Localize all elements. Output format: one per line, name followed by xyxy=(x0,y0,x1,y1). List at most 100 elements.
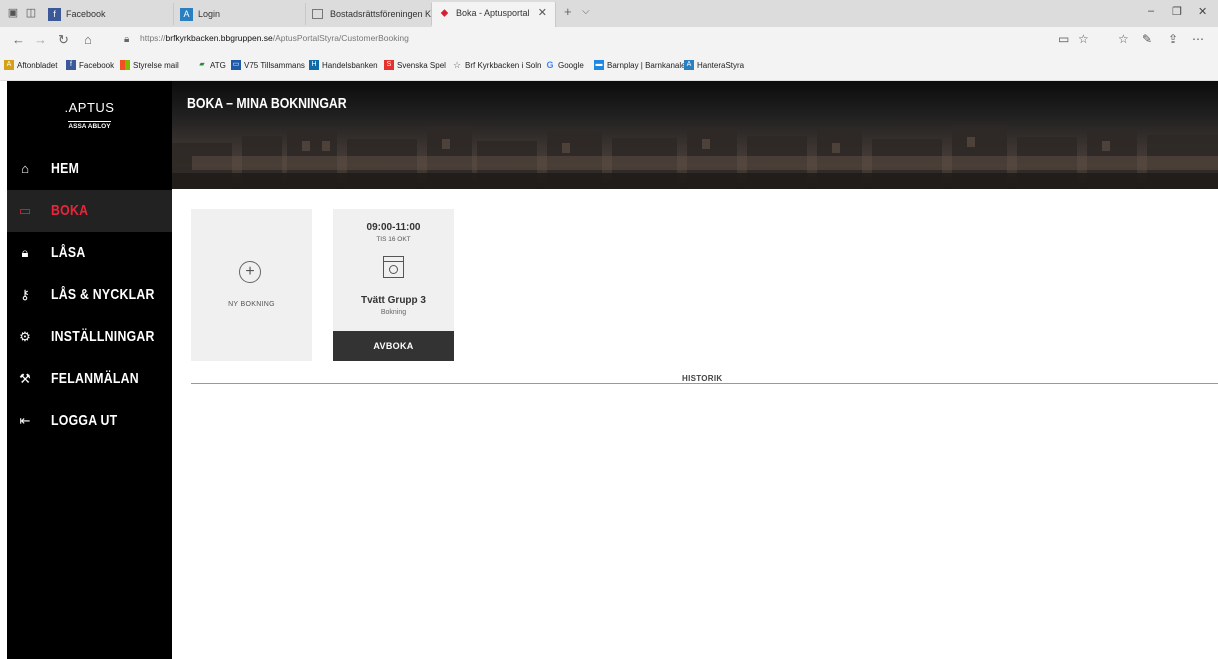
favorite-v75[interactable]: ▭ V75 Tillsammans xyxy=(231,60,305,70)
sidebar-item-label: HEM xyxy=(51,160,80,177)
aptus-pin-icon: ⬥ xyxy=(440,7,449,19)
favorite-label: Brf Kyrkbacken i Soln xyxy=(465,61,542,70)
favorite-aftonbladet[interactable]: A Aftonbladet xyxy=(4,60,57,70)
close-tab-icon[interactable]: ✕ xyxy=(538,2,547,24)
logo-name: .APTUS xyxy=(64,100,115,115)
sidebar-item-las-nycklar[interactable]: ⚷ LÅS & NYCKLAR xyxy=(7,274,172,316)
sidebar-item-label: FELANMÄLAN xyxy=(51,370,139,387)
chevron-down-icon[interactable]: ⌵ xyxy=(582,6,590,17)
cancel-booking-button[interactable]: AVBOKA xyxy=(333,331,454,361)
refresh-icon[interactable]: ↻ xyxy=(58,32,69,48)
favorite-hanterastyra[interactable]: A HanteraStyra xyxy=(684,60,745,70)
new-tab-icon[interactable]: + xyxy=(564,4,572,19)
logo-sub: ASSA ABLOY xyxy=(68,121,111,130)
tab-label: Boka - Aptusportal xyxy=(456,8,530,18)
favorite-handelsbanken[interactable]: H Handelsbanken xyxy=(309,60,378,70)
tab-label: Facebook xyxy=(66,9,106,19)
atg-icon: ▰ xyxy=(199,61,205,68)
sidebar-item-installningar[interactable]: ⚙ INSTÄLLNINGAR xyxy=(7,316,172,358)
favorite-svenska-spel[interactable]: S Svenska Spel xyxy=(384,60,446,70)
favorites-bar: A Aftonbladet f Facebook Styrelse mail ▰ AT… xyxy=(0,53,1218,81)
favorite-label: Facebook xyxy=(79,61,115,70)
gear-icon: ⚙ xyxy=(19,329,31,344)
aptus-logo[interactable]: .APTUS ASSA ABLOY xyxy=(7,100,172,133)
sidebar-item-logga-ut[interactable]: ⇤ LOGGA UT xyxy=(7,400,172,442)
forward-icon[interactable]: → xyxy=(34,32,47,47)
booking-type: Bokning xyxy=(380,309,407,316)
booking-date: TIS 16 OKT xyxy=(376,236,411,243)
favorite-label: Svenska Spel xyxy=(397,61,446,70)
favorite-label: Google xyxy=(558,61,584,70)
url-path: /AptusPortalStyra/CustomerBooking xyxy=(272,33,409,43)
sidebar-item-label: INSTÄLLNINGAR xyxy=(51,328,155,345)
restore-icon[interactable]: ❐ xyxy=(1172,5,1182,18)
tools-icon: ⚒ xyxy=(19,371,31,386)
browser-tab-facebook[interactable]: f Facebook xyxy=(42,3,174,25)
facebook-icon: f xyxy=(66,60,76,70)
google-icon: G xyxy=(546,60,554,70)
facebook-icon: f xyxy=(48,8,61,21)
svenska-spel-icon: S xyxy=(384,60,394,70)
favorite-label: Handelsbanken xyxy=(322,61,378,70)
lock-url-icon: 🔒︎ xyxy=(124,34,130,45)
booking-name: Tvätt Grupp 3 xyxy=(360,295,426,306)
barnplay-icon: ▬ xyxy=(594,60,604,70)
tab-label: Login xyxy=(198,9,221,19)
favorite-brf-kyrkbacken[interactable]: ☆ Brf Kyrkbacken i Soln xyxy=(452,60,542,70)
favorite-facebook[interactable]: f Facebook xyxy=(66,60,115,70)
favorite-styrelse-mail[interactable]: Styrelse mail xyxy=(120,60,179,70)
more-icon[interactable]: ⋯ xyxy=(1192,32,1204,46)
tab-actions-icon[interactable]: ▣ xyxy=(6,6,20,20)
header-banner: BOKA – MINA BOKNINGAR xyxy=(172,81,1218,189)
browser-tab-boka[interactable]: ⬥ Boka - Aptusportal ✕ xyxy=(432,2,556,27)
window-close-icon[interactable]: ✕ xyxy=(1198,5,1207,18)
tab-label: Bostadsrättsföreningen Kyri xyxy=(330,9,432,19)
lock-icon: 🔒︎ xyxy=(21,245,29,260)
browser-tab-login[interactable]: A Login xyxy=(174,3,306,25)
sidebar-item-label: LÅSA xyxy=(51,244,86,261)
browser-tab-bostadsratt[interactable]: Bostadsrättsföreningen Kyri xyxy=(306,3,432,25)
url-host: brfkyrkbacken.bbgruppen.se xyxy=(165,33,273,43)
booking-time: 09:00-11:00 xyxy=(366,221,421,234)
keys-icon: ⚷ xyxy=(20,287,30,302)
logout-icon: ⇤ xyxy=(19,413,31,428)
aptus-icon: A xyxy=(180,8,193,21)
plus-circle-icon: + xyxy=(239,261,261,283)
favorite-google[interactable]: G Google xyxy=(545,60,584,70)
favorite-atg[interactable]: ▰ ATG xyxy=(197,61,226,70)
history-heading[interactable]: HISTORIK xyxy=(679,374,726,383)
booking-card: 09:00-11:00 TIS 16 OKT Tvätt Grupp 3 Bok… xyxy=(333,209,454,361)
favorite-label: Styrelse mail xyxy=(133,61,179,70)
washing-machine-icon xyxy=(383,256,404,278)
reading-view-icon[interactable]: ▭ xyxy=(1058,32,1069,46)
sidebar-item-hem[interactable]: ⌂ HEM xyxy=(7,148,172,190)
tab-preview-icon[interactable]: ◫ xyxy=(24,6,38,20)
address-bar-row: ← → ↻ ⌂ 🔒︎ https://brfkyrkbacken.bbgrupp… xyxy=(0,27,1218,53)
aftonbladet-icon: A xyxy=(4,60,14,70)
v75-icon: ▭ xyxy=(231,60,241,70)
home-browser-icon[interactable]: ⌂ xyxy=(84,32,92,47)
aptus-icon: A xyxy=(684,60,694,70)
favorite-barnplay[interactable]: ▬ Barnplay | Barnkanale xyxy=(594,60,686,70)
home-icon: ⌂ xyxy=(21,161,29,176)
favorite-label: HanteraStyra xyxy=(697,61,745,70)
url-field[interactable]: https://brfkyrkbacken.bbgruppen.se/Aptus… xyxy=(140,33,409,43)
sidebar-item-lasa[interactable]: 🔒︎ LÅSA xyxy=(7,232,172,274)
notes-pen-icon[interactable]: ✎ xyxy=(1142,32,1152,46)
sidebar-item-boka[interactable]: ▭ BOKA xyxy=(7,190,172,232)
sidebar: .APTUS ASSA ABLOY ⌂ HEM ▭ BOKA 🔒︎ LÅSA ⚷… xyxy=(7,81,172,659)
office-icon xyxy=(120,60,130,70)
star-outline-icon: ☆ xyxy=(452,60,462,70)
url-scheme: https:// xyxy=(140,33,166,43)
minimize-icon[interactable]: – xyxy=(1148,5,1154,17)
share-icon[interactable]: ⇪ xyxy=(1168,32,1178,46)
new-booking-card[interactable]: + NY BOKNING xyxy=(191,209,312,361)
sidebar-item-felanmalan[interactable]: ⚒ FELANMÄLAN xyxy=(7,358,172,400)
favorite-label: ATG xyxy=(210,61,226,70)
favorites-hub-icon[interactable]: ☆ xyxy=(1118,32,1129,46)
favorite-star-icon[interactable]: ☆ xyxy=(1078,32,1089,46)
back-icon[interactable]: ← xyxy=(12,32,25,47)
new-booking-label: NY BOKNING xyxy=(228,301,275,308)
sidebar-item-label: LOGGA UT xyxy=(51,412,118,429)
browser-tab-strip: ▣ ◫ f Facebook A Login Bostadsrättsfören… xyxy=(0,0,1218,27)
